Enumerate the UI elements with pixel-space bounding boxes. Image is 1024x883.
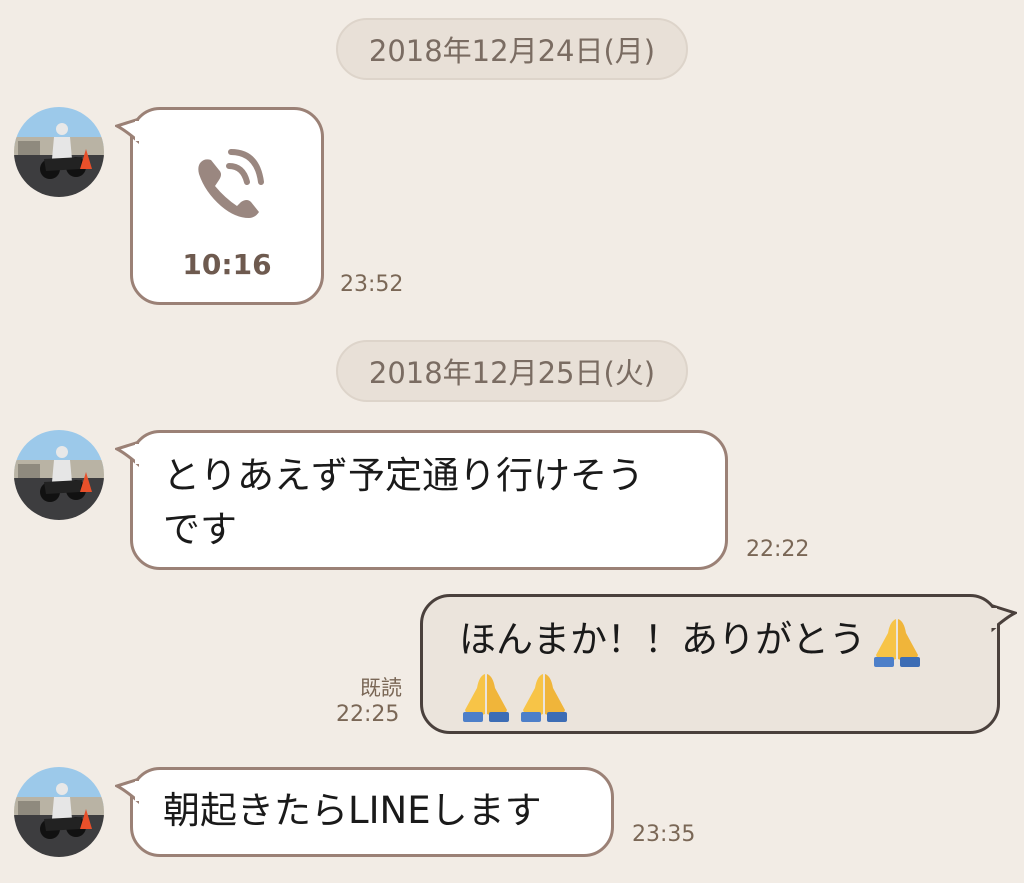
avatar-photo [14, 430, 104, 520]
message-text: とりあえず予定通り行けそう です [163, 449, 699, 557]
avatar[interactable] [14, 430, 104, 520]
message-line: とりあえず予定通り行けそう [163, 454, 644, 497]
timestamp: 22:25 [336, 702, 400, 727]
message-line: です [163, 508, 237, 551]
avatar-photo [14, 107, 104, 197]
bubble-tail [991, 603, 1017, 633]
read-receipt: 既読 [360, 676, 402, 700]
avatar[interactable] [14, 107, 104, 197]
bubble-tail [115, 777, 139, 804]
folded-hands-icon [874, 618, 920, 667]
date-separator: 2018年12月24日(月) [336, 18, 688, 80]
avatar-photo [14, 767, 104, 857]
message-line [459, 669, 971, 725]
message-bubble[interactable]: とりあえず予定通り行けそう です [115, 430, 728, 570]
message-bubble-outgoing[interactable]: ほんまか！！ありがとう [420, 594, 1017, 734]
call-bubble[interactable]: 10:16 [115, 107, 324, 305]
timestamp: 22:22 [746, 537, 810, 562]
avatar[interactable] [14, 767, 104, 857]
message-line-text: ほんまか！！ありがとう [459, 618, 866, 661]
phone-call-icon [198, 149, 264, 218]
message-line: ほんまか！！ありがとう [459, 613, 971, 669]
call-duration: 10:16 [182, 248, 272, 281]
date-label: 2018年12月24日(月) [368, 34, 656, 68]
timestamp: 23:52 [340, 272, 404, 297]
bubble-tail [115, 440, 139, 467]
message-text: ほんまか！！ありがとう [459, 613, 971, 724]
message-bubble[interactable]: 朝起きたらLINEします [115, 767, 614, 857]
folded-hands-icon [521, 674, 567, 722]
bubble-tail [115, 117, 139, 144]
timestamp: 23:35 [632, 822, 696, 847]
date-separator: 2018年12月25日(火) [336, 340, 688, 402]
message-text: 朝起きたらLINEします [163, 789, 542, 832]
date-label: 2018年12月25日(火) [368, 356, 656, 390]
folded-hands-icon [463, 674, 509, 722]
